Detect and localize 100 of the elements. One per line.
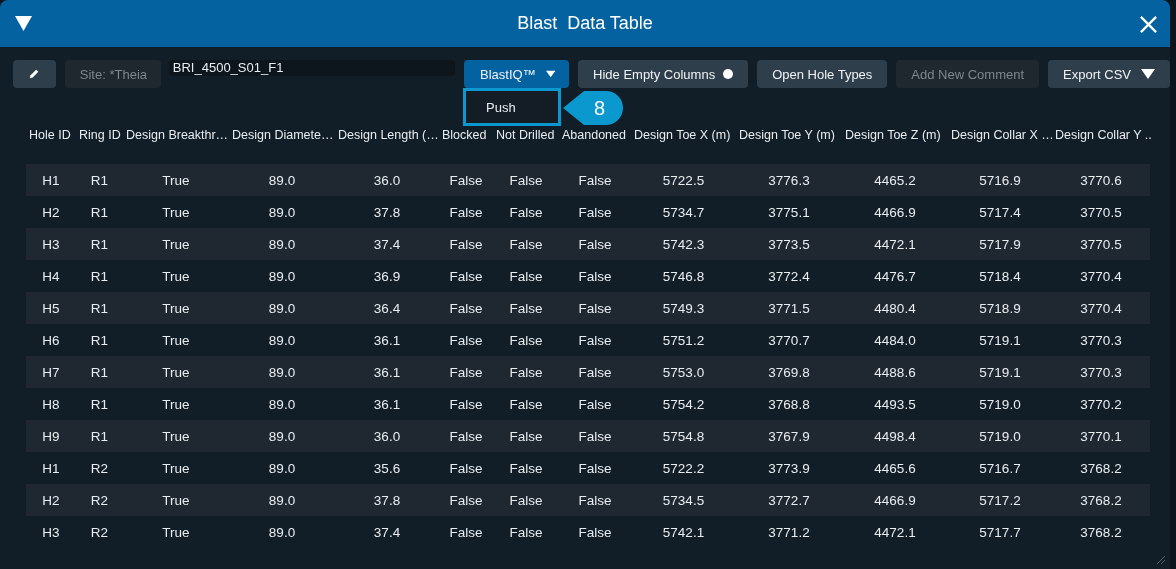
table-cell: False: [509, 492, 543, 508]
table-cell: 5717.9: [979, 236, 1021, 252]
table-cell: R1: [90, 364, 109, 380]
dot-icon: [723, 69, 734, 79]
table-cell: True: [162, 364, 190, 380]
table-cell: 3769.8: [768, 364, 810, 380]
table-cell: False: [509, 204, 543, 220]
table-row[interactable]: H5 R1 True 89.0 36.4 False False False 5749.3 3771.5 4480.4 5718.9 3770.4: [26, 292, 1150, 324]
table-cell: 36.4: [373, 300, 401, 316]
table-row[interactable]: H6 R1 True 89.0 36.1 False False False 5751.2 3770.7 4484.0 5719.1 3770.3: [26, 324, 1150, 356]
table-cell: 5753.0: [662, 364, 705, 380]
table-cell: 89.0: [268, 396, 296, 412]
table-cell: 5716.7: [979, 460, 1021, 476]
table-row[interactable]: H2 R1 True 89.0 37.8 False False False 5734.7 3775.1 4466.9 5717.4 3770.5: [26, 196, 1150, 228]
step-callout: 8: [563, 91, 624, 125]
table-cell: 89.0: [268, 492, 296, 508]
table-cell: 5718.9: [979, 300, 1021, 316]
column-header[interactable]: Hole ID: [26, 128, 76, 142]
resize-grip-icon[interactable]: [1154, 553, 1166, 565]
table-row[interactable]: H1 R1 True 89.0 36.0 False False False 5722.5 3776.3 4465.2 5716.9 3770.6: [26, 164, 1150, 196]
column-header[interactable]: Blocked: [439, 128, 493, 142]
column-header[interactable]: Not Drilled: [493, 128, 559, 142]
table-cell: 3770.5: [1080, 236, 1122, 252]
table-cell: False: [449, 268, 483, 284]
column-header[interactable]: Design Toe Z (m): [842, 128, 948, 142]
table-row[interactable]: H4 R1 True 89.0 36.9 False False False 5746.8 3772.4 4476.7 5718.4 3770.4: [26, 260, 1150, 292]
table-cell: 5734.7: [662, 204, 705, 220]
table-cell: 4465.6: [874, 460, 916, 476]
table-cell: 4476.7: [874, 268, 916, 284]
table-cell: 4498.4: [874, 428, 916, 444]
column-header[interactable]: Design Collar X …: [948, 128, 1052, 142]
table-cell: 5751.2: [662, 332, 705, 348]
table-cell: H2: [42, 492, 60, 508]
close-icon[interactable]: [1139, 15, 1158, 34]
collapse-icon[interactable]: [14, 15, 33, 32]
table-cell: 3770.2: [1080, 396, 1122, 412]
table-cell: False: [449, 460, 483, 476]
column-header[interactable]: Abandoned: [559, 128, 631, 142]
pencil-icon: [28, 68, 41, 80]
table-cell: 37.4: [373, 524, 401, 540]
table-cell: True: [162, 268, 190, 284]
dropdown-button[interactable]: BlastIQ™: [464, 60, 570, 88]
table-cell: 89.0: [268, 172, 296, 188]
table-cell: True: [162, 332, 190, 348]
table-cell: False: [449, 428, 483, 444]
table-cell: 5719.0: [979, 396, 1021, 412]
table-cell: 5722.5: [662, 172, 705, 188]
table-cell: 3772.4: [768, 268, 810, 284]
table-row[interactable]: H3 R2 True 89.0 37.4 False False False 5742.1 3771.2 4472.1 5717.7 3768.2: [26, 516, 1150, 548]
table-cell: 89.0: [268, 428, 296, 444]
column-header[interactable]: Design Toe Y (m): [736, 128, 842, 142]
table-cell: 5716.9: [979, 172, 1021, 188]
table-cell: 3770.1: [1080, 428, 1122, 444]
table-cell: 3770.4: [1080, 268, 1122, 284]
table-cell: 3773.5: [768, 236, 810, 252]
column-header[interactable]: Design Toe X (m): [631, 128, 736, 142]
table-cell: 89.0: [268, 268, 296, 284]
table-row[interactable]: H2 R2 True 89.0 37.8 False False False 5734.5 3772.7 4466.9 5717.2 3768.2: [26, 484, 1150, 516]
table-cell: 89.0: [268, 524, 296, 540]
table-cell: 3770.5: [1080, 204, 1122, 220]
edit-button[interactable]: [13, 60, 56, 88]
column-header[interactable]: Design Collar Y ..: [1052, 128, 1150, 142]
table-row[interactable]: H9 R1 True 89.0 36.0 False False False 5754.8 3767.9 4498.4 5719.0 3770.1: [26, 420, 1150, 452]
table-cell: 3772.7: [768, 492, 810, 508]
table-cell: True: [162, 396, 190, 412]
table-cell: True: [162, 236, 190, 252]
column-header[interactable]: Ring ID: [76, 128, 123, 142]
table-cell: False: [449, 332, 483, 348]
table-cell: 3768.8: [768, 396, 810, 412]
table-cell: 3768.2: [1080, 460, 1122, 476]
column-header[interactable]: Design Diamete…: [229, 128, 335, 142]
table-cell: H3: [42, 236, 60, 252]
table-row[interactable]: H3 R1 True 89.0 37.4 False False False 5742.3 3773.5 4472.1 5717.9 3770.5: [26, 228, 1150, 260]
name-field[interactable]: BRI_4500_S01_F1: [168, 60, 456, 76]
menu-item[interactable]: Push: [466, 99, 516, 115]
table-cell: H6: [42, 332, 60, 348]
table-cell: False: [578, 268, 612, 284]
toolbar-button[interactable]: Open Hole Types: [757, 60, 888, 88]
table-cell: 36.0: [373, 172, 401, 188]
column-header[interactable]: Design Breakthr…: [123, 128, 229, 142]
table-cell: 36.1: [373, 396, 401, 412]
table-cell: 4480.4: [874, 300, 916, 316]
table-cell: 3776.3: [768, 172, 810, 188]
table-row[interactable]: H7 R1 True 89.0 36.1 False False False 5753.0 3769.8 4488.6 5719.1 3770.3: [26, 356, 1150, 388]
table-cell: 5749.3: [662, 300, 705, 316]
table-cell: False: [509, 364, 543, 380]
table-cell: H4: [42, 268, 60, 284]
table-cell: False: [578, 236, 612, 252]
dropdown-button[interactable]: Export CSV: [1048, 60, 1170, 88]
table-cell: R1: [90, 332, 109, 348]
table-cell: 3770.6: [1080, 172, 1122, 188]
table-cell: 4465.2: [874, 172, 916, 188]
table-cell: 5754.2: [662, 396, 705, 412]
table-cell: False: [509, 396, 543, 412]
toggle-button[interactable]: Hide Empty Columns: [578, 60, 749, 88]
table-row[interactable]: H8 R1 True 89.0 36.1 False False False 5754.2 3768.8 4493.5 5719.0 3770.2: [26, 388, 1150, 420]
table-row[interactable]: H1 R2 True 89.0 35.6 False False False 5722.2 3773.9 4465.6 5716.7 3768.2: [26, 452, 1150, 484]
table-cell: 5734.5: [662, 492, 705, 508]
column-header[interactable]: Design Length (…: [335, 128, 439, 142]
table-cell: True: [162, 428, 190, 444]
